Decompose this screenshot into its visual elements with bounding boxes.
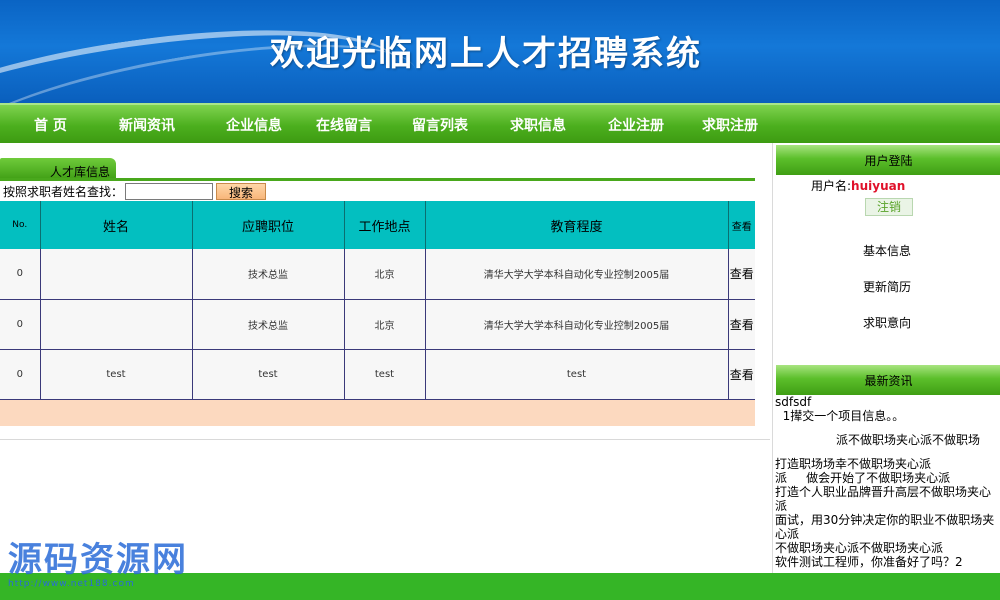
right-sidebar: 用户登陆 用户名:huiyuan 注销 基本信息 更新简历 求职意向 最新资讯 … [772,143,1000,573]
header-banner: 欢迎光临网上人才招聘系统 [0,0,1000,103]
tab-underline [0,178,755,181]
cell-name [40,299,193,350]
col-header-name: 姓名 [40,201,193,249]
col-header-education: 教育程度 [425,201,729,249]
news-item[interactable]: 派 做会开始了不做职场夹心派 [775,471,999,485]
col-header-location: 工作地点 [344,201,426,249]
view-link[interactable]: 查看 [728,249,755,300]
col-header-no: No. [0,201,41,249]
view-link[interactable]: 查看 [728,299,755,350]
cell-location: 北京 [344,249,426,300]
news-item[interactable]: 1撵交一个项目信息。。 [775,409,999,423]
nav-item-job-info[interactable]: 求职信息 [510,115,566,135]
cell-education: 清华大学大学本科自动化专业控制2005届 [425,299,729,350]
sidebar-link-update-resume[interactable]: 更新简历 [773,278,1000,295]
cell-location: 北京 [344,299,426,350]
talent-table: No. 姓名 应聘职位 工作地点 教育程度 查看 0 技术总监 北京 清华大学大… [0,201,755,400]
news-item[interactable]: 派不做职场夹心派不做职场 [775,433,999,447]
site-title: 欢迎光临网上人才招聘系统 [270,34,702,74]
news-item[interactable]: 打造个人职业品牌晋升高层不做职场夹心派 [775,485,999,513]
news-item[interactable]: 不做职场夹心派不做职场夹心派 [775,541,999,555]
news-header: 最新资讯 [776,365,1000,395]
watermark: 源码资源网 http://www.net188.com [8,532,188,589]
news-list: sdfsdf 1撵交一个项目信息。。 派不做职场夹心派不做职场 打造职场场幸不做… [775,395,999,569]
news-item[interactable] [775,423,999,433]
username-value: huiyuan [851,179,906,193]
username-label: 用户名: [811,179,852,193]
table-header-row: No. 姓名 应聘职位 工作地点 教育程度 查看 [0,201,755,249]
table-row: 0 技术总监 北京 清华大学大学本科自动化专业控制2005届 查看 [0,299,755,350]
news-item[interactable]: 软件测试工程师，你准备好了吗？2 [775,555,999,569]
nav-item-home[interactable]: 首 页 [34,115,67,135]
logout-button[interactable]: 注销 [865,198,913,216]
login-header: 用户登陆 [776,145,1000,175]
cell-position: 技术总监 [192,249,345,300]
news-item[interactable]: 面试，用30分钟决定你的职业不做职场夹心派 [775,513,999,541]
cell-position: 技术总监 [192,299,345,350]
search-label: 按照求职者姓名查找： [3,184,124,199]
search-button[interactable]: 搜索 [216,182,267,200]
nav-item-company-info[interactable]: 企业信息 [226,115,282,135]
sidebar-link-job-intention[interactable]: 求职意向 [773,314,1000,331]
search-bar: 按照求职者姓名查找： 搜索 [3,182,755,200]
news-item[interactable] [775,447,999,457]
table-footer-band [0,400,755,426]
col-header-position: 应聘职位 [192,201,345,249]
view-link[interactable]: 查看 [728,349,755,400]
nav-item-news[interactable]: 新闻资讯 [119,115,175,135]
cell-no: 0 [0,299,41,350]
col-header-view: 查看 [728,201,755,249]
cell-name: test [40,349,193,400]
watermark-text: 源码资源网 [8,540,188,580]
table-row: 0 技术总监 北京 清华大学大学本科自动化专业控制2005届 查看 [0,249,755,300]
table-row: 0 test test test test 查看 [0,349,755,400]
cell-education: test [425,349,729,400]
nav-item-company-register[interactable]: 企业注册 [608,115,664,135]
cell-education: 清华大学大学本科自动化专业控制2005届 [425,249,729,300]
cell-name [40,249,193,300]
tab-talent-pool[interactable]: 人才库信息 [0,158,116,180]
nav-item-online-message[interactable]: 在线留言 [316,115,372,135]
cell-no: 0 [0,249,41,300]
news-item[interactable]: 打造职场场幸不做职场夹心派 [775,457,999,471]
username-line: 用户名:huiyuan [811,177,905,194]
main-nav: 首 页 新闻资讯 企业信息 在线留言 留言列表 求职信息 企业注册 求职注册 [0,103,1000,143]
talent-panel: 人才库信息 按照求职者姓名查找： 搜索 No. 姓名 应聘职位 工作地点 教育程… [0,148,770,440]
cell-position: test [192,349,345,400]
sidebar-link-basic-info[interactable]: 基本信息 [773,242,1000,259]
cell-no: 0 [0,349,41,400]
nav-item-seeker-register[interactable]: 求职注册 [702,115,758,135]
cell-location: test [344,349,426,400]
search-input[interactable] [125,182,214,200]
nav-item-message-list[interactable]: 留言列表 [412,115,468,135]
news-item[interactable]: sdfsdf [775,395,999,409]
